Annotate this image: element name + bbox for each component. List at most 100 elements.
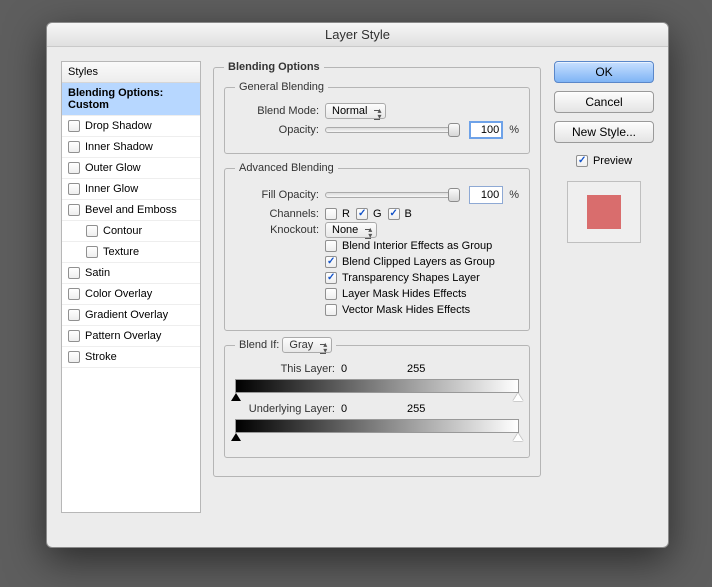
checkbox-icon (325, 304, 337, 316)
blend-if-value: Gray (282, 337, 332, 353)
styles-item-inner-glow[interactable]: Inner Glow (62, 179, 200, 200)
styles-item-label: Color Overlay (85, 288, 152, 300)
blend-clipped-checkbox[interactable]: Blend Clipped Layers as Group (325, 256, 519, 268)
channel-b-label: B (405, 208, 412, 220)
styles-item-contour[interactable]: Contour (62, 221, 200, 242)
opacity-input[interactable] (469, 121, 503, 139)
styles-item-label: Inner Glow (85, 183, 138, 195)
blend-interior-checkbox[interactable]: Blend Interior Effects as Group (325, 240, 519, 252)
styles-item-label: Bevel and Emboss (85, 204, 177, 216)
underlying-low: 0 (341, 403, 401, 415)
underlying-high: 255 (407, 403, 425, 415)
blend-if-select[interactable]: Gray ▴▾ (282, 339, 332, 351)
fill-opacity-slider[interactable] (325, 192, 459, 198)
checkbox-icon[interactable] (68, 162, 80, 174)
opacity-slider[interactable] (325, 127, 459, 133)
option-label: Blend Clipped Layers as Group (342, 256, 495, 268)
option-label: Vector Mask Hides Effects (342, 304, 470, 316)
checkbox-checked-icon (325, 272, 337, 284)
highlight-handle-icon[interactable] (513, 433, 523, 441)
knockout-select[interactable]: None ▴▾ (325, 224, 377, 236)
highlight-handle-icon[interactable] (513, 393, 523, 401)
blend-if-label: Blend If: (239, 339, 279, 351)
shadow-handle-icon[interactable] (231, 433, 241, 441)
blending-options-legend: Blending Options (224, 61, 324, 73)
slider-thumb[interactable] (448, 188, 460, 202)
channel-g-checkbox[interactable]: G (356, 208, 382, 220)
slider-thumb[interactable] (448, 123, 460, 137)
checkbox-icon (325, 240, 337, 252)
blend-mode-label: Blend Mode: (235, 105, 319, 117)
styles-header: Styles (62, 62, 200, 83)
knockout-label: Knockout: (235, 224, 319, 236)
channel-b-checkbox[interactable]: B (388, 208, 412, 220)
checkbox-icon[interactable] (68, 288, 80, 300)
opacity-unit: % (509, 124, 519, 136)
checkbox-icon (325, 208, 337, 220)
channels-label: Channels: (235, 208, 319, 220)
checkbox-checked-icon (576, 155, 588, 167)
styles-item-color-overlay[interactable]: Color Overlay (62, 284, 200, 305)
styles-item-inner-shadow[interactable]: Inner Shadow (62, 137, 200, 158)
styles-item-stroke[interactable]: Stroke (62, 347, 200, 368)
this-layer-label: This Layer: (235, 363, 335, 375)
dialog-buttons: OK Cancel New Style... Preview (554, 61, 654, 243)
ok-button[interactable]: OK (554, 61, 654, 83)
styles-item-texture[interactable]: Texture (62, 242, 200, 263)
fill-opacity-input[interactable] (469, 186, 503, 204)
checkbox-icon[interactable] (68, 141, 80, 153)
styles-item-label: Contour (103, 225, 142, 237)
styles-item-label: Satin (85, 267, 110, 279)
fill-opacity-label: Fill Opacity: (235, 189, 319, 201)
styles-item-satin[interactable]: Satin (62, 263, 200, 284)
options-panel: Blending Options General Blending Blend … (213, 61, 535, 513)
dialog-content: Styles Blending Options: Custom Drop Sha… (47, 47, 668, 547)
option-label: Transparency Shapes Layer (342, 272, 480, 284)
styles-item-label: Drop Shadow (85, 120, 152, 132)
underlying-layer-gradient[interactable] (235, 419, 519, 433)
checkbox-icon[interactable] (86, 225, 98, 237)
styles-item-bevel-emboss[interactable]: Bevel and Emboss (62, 200, 200, 221)
checkbox-icon[interactable] (68, 204, 80, 216)
channel-r-label: R (342, 208, 350, 220)
styles-item-blending-options[interactable]: Blending Options: Custom (62, 83, 200, 116)
styles-item-outer-glow[interactable]: Outer Glow (62, 158, 200, 179)
color-swatch[interactable] (587, 195, 621, 229)
blend-mode-value: Normal (325, 103, 386, 119)
cancel-button[interactable]: Cancel (554, 91, 654, 113)
preview-swatch-box (567, 181, 641, 243)
option-label: Layer Mask Hides Effects (342, 288, 467, 300)
checkbox-icon[interactable] (68, 309, 80, 321)
option-label: Blend Interior Effects as Group (342, 240, 492, 252)
transparency-shapes-checkbox[interactable]: Transparency Shapes Layer (325, 272, 519, 284)
styles-item-gradient-overlay[interactable]: Gradient Overlay (62, 305, 200, 326)
styles-item-drop-shadow[interactable]: Drop Shadow (62, 116, 200, 137)
styles-item-pattern-overlay[interactable]: Pattern Overlay (62, 326, 200, 347)
underlying-layer-label: Underlying Layer: (235, 403, 335, 415)
checkbox-icon[interactable] (68, 267, 80, 279)
this-layer-gradient[interactable] (235, 379, 519, 393)
layer-mask-hides-checkbox[interactable]: Layer Mask Hides Effects (325, 288, 519, 300)
new-style-button[interactable]: New Style... (554, 121, 654, 143)
checkbox-icon[interactable] (68, 183, 80, 195)
blend-mode-select[interactable]: Normal ▴▾ (325, 105, 386, 117)
vector-mask-hides-checkbox[interactable]: Vector Mask Hides Effects (325, 304, 519, 316)
styles-item-label: Stroke (85, 351, 117, 363)
checkbox-icon[interactable] (68, 351, 80, 363)
shadow-handle-icon[interactable] (231, 393, 241, 401)
fill-opacity-unit: % (509, 189, 519, 201)
blend-if-legend: Blend If: Gray ▴▾ (235, 339, 336, 351)
styles-list: Styles Blending Options: Custom Drop Sha… (61, 61, 201, 513)
channel-r-checkbox[interactable]: R (325, 208, 350, 220)
this-layer-low: 0 (341, 363, 401, 375)
preview-checkbox[interactable]: Preview (554, 155, 654, 167)
general-blending-legend: General Blending (235, 81, 328, 93)
checkbox-icon[interactable] (68, 120, 80, 132)
channel-g-label: G (373, 208, 382, 220)
styles-item-label: Blending Options: Custom (68, 87, 194, 111)
styles-item-label: Gradient Overlay (85, 309, 168, 321)
checkbox-icon[interactable] (86, 246, 98, 258)
blend-if-group: Blend If: Gray ▴▾ This Layer: 0 255 (224, 339, 530, 458)
checkbox-icon[interactable] (68, 330, 80, 342)
checkbox-checked-icon (325, 256, 337, 268)
